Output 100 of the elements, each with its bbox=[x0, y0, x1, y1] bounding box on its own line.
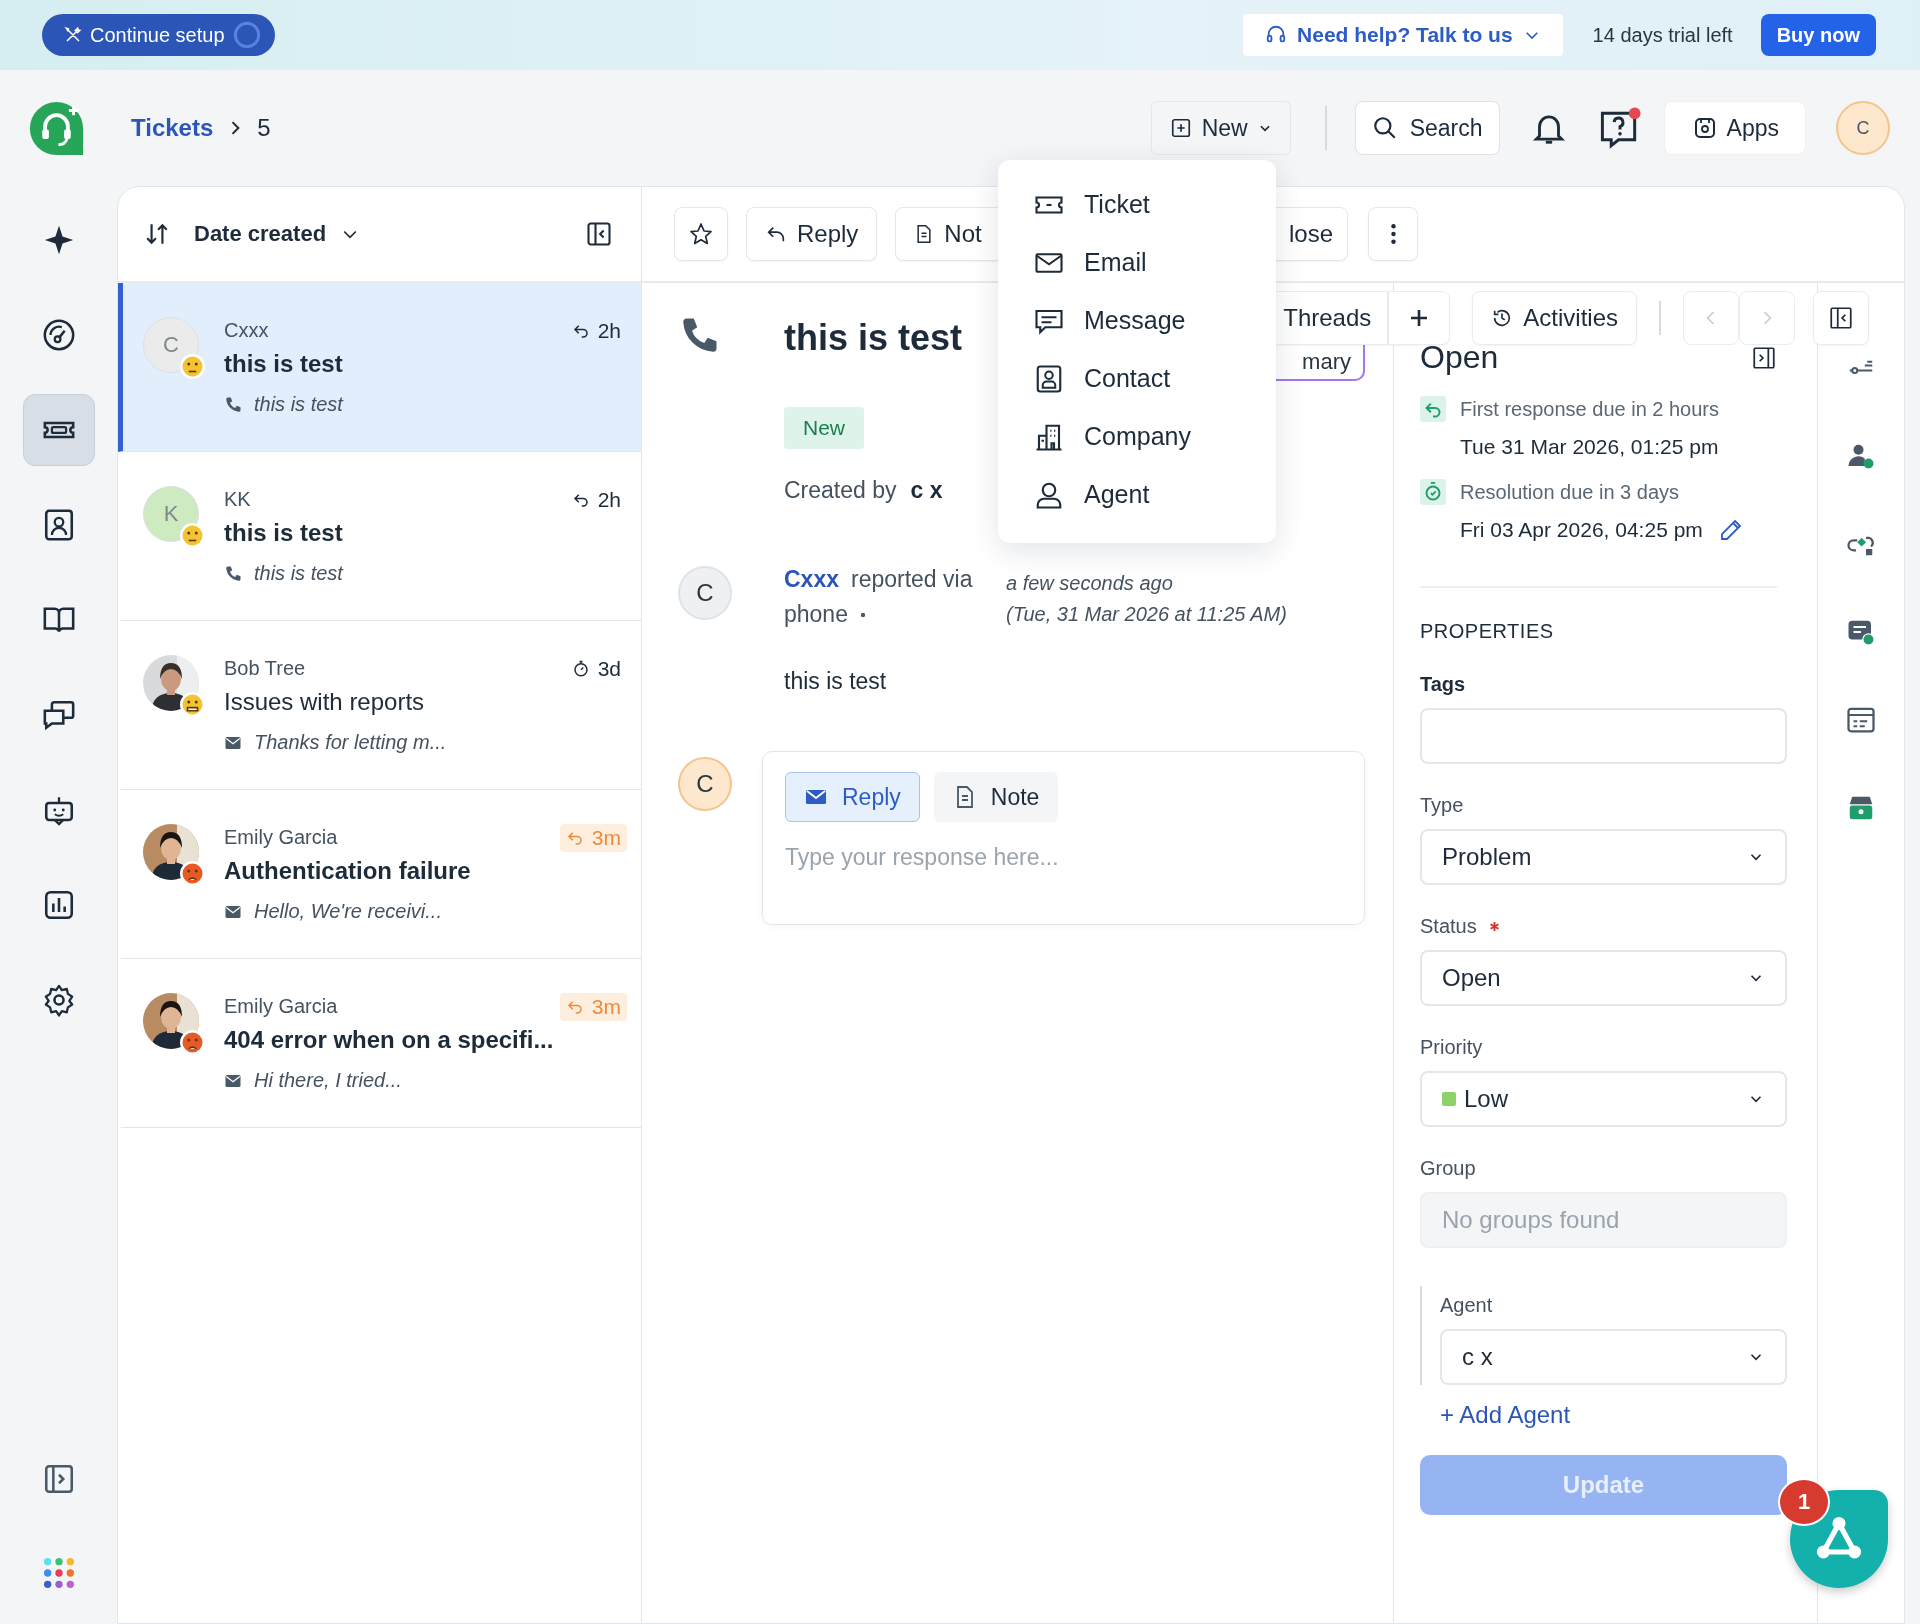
star-icon bbox=[689, 222, 713, 246]
customer-name: Cxxx bbox=[224, 318, 270, 343]
reply-arrow-icon bbox=[571, 491, 590, 509]
message-preview: this is test bbox=[254, 562, 343, 585]
activities-tab[interactable]: Activities bbox=[1472, 291, 1637, 345]
field-label: Agent bbox=[1440, 1294, 1493, 1317]
contact-card-icon bbox=[1034, 363, 1064, 394]
add-agent-link[interactable]: + Add Agent bbox=[1440, 1401, 1787, 1429]
mood-icon bbox=[180, 861, 205, 886]
author-link[interactable]: Cxxx bbox=[784, 566, 839, 593]
message-preview: Hi there, I tried... bbox=[254, 1069, 402, 1092]
customer-avatar: C bbox=[678, 566, 732, 620]
ticket-subject: this is test bbox=[224, 518, 344, 548]
progress-ring-icon bbox=[232, 21, 261, 49]
ticket-row[interactable]: Bob Tree Issues with reports Thanks for letting m... 3d bbox=[118, 621, 641, 790]
mood-icon bbox=[180, 1030, 205, 1055]
select-field[interactable]: Problem bbox=[1420, 829, 1787, 885]
ticket-row[interactable]: Emily Garcia 404 error when on a specifi... Hi there, I tried... 3m bbox=[118, 959, 641, 1128]
timestamp: (Tue, 31 Mar 2026 at 11:25 AM) bbox=[1006, 603, 1287, 626]
message-preview: Hello, We're receivi... bbox=[254, 900, 442, 923]
due-time: 3m bbox=[591, 826, 621, 850]
new-button[interactable]: New bbox=[1150, 101, 1291, 155]
ticket-subject: 404 error when on a specifi... bbox=[224, 1025, 555, 1055]
mood-icon bbox=[180, 354, 205, 379]
tags-field[interactable] bbox=[1420, 708, 1787, 764]
select-field[interactable]: c x bbox=[1440, 1329, 1787, 1385]
star-button[interactable] bbox=[674, 207, 728, 261]
mood-icon bbox=[180, 523, 205, 548]
search-icon bbox=[1371, 115, 1398, 141]
separator-dot-icon bbox=[859, 611, 866, 618]
due-time: 2h bbox=[597, 319, 621, 343]
reported-via-text: reported via bbox=[851, 566, 973, 593]
due-time: 2h bbox=[597, 488, 621, 512]
app-grid-icon[interactable] bbox=[41, 1556, 76, 1590]
sort-dropdown[interactable]: Date created bbox=[194, 221, 361, 247]
trial-text: 14 days trial left bbox=[1592, 23, 1733, 47]
select-field[interactable]: Low bbox=[1420, 1071, 1787, 1127]
sort-arrows-icon[interactable] bbox=[144, 221, 170, 247]
phone-icon bbox=[224, 395, 242, 414]
creator-name: c x bbox=[910, 477, 943, 504]
field-label: Tags bbox=[1420, 673, 1466, 696]
apps-button[interactable]: Apps bbox=[1663, 101, 1806, 155]
phone-icon bbox=[224, 564, 242, 583]
sla-label: Resolution due in 3 days bbox=[1460, 481, 1681, 504]
stopwatch-icon bbox=[571, 660, 590, 678]
status-tag: New bbox=[784, 407, 864, 449]
gauge-icon bbox=[41, 318, 76, 352]
customer-avatar: C bbox=[143, 317, 199, 373]
browser-window-icon[interactable] bbox=[1846, 705, 1876, 735]
ticket-subject: Authentication failure bbox=[224, 856, 472, 886]
sla-due-date: Fri 03 Apr 2026, 04:25 pm bbox=[1460, 518, 1703, 542]
mood-icon bbox=[180, 692, 205, 717]
plus-square-icon bbox=[1169, 117, 1192, 139]
headset-logo-icon bbox=[28, 99, 85, 157]
due-time: 3d bbox=[597, 657, 621, 681]
ticket-row[interactable]: Emily Garcia Authentication failure Hello, We're receivi... 3m bbox=[118, 790, 641, 959]
chat-icon bbox=[41, 698, 76, 732]
relative-time: a few seconds ago bbox=[1006, 572, 1174, 595]
composer-tab[interactable]: Reply bbox=[785, 772, 920, 822]
sla-label: First response due in 2 hours bbox=[1460, 398, 1720, 421]
reply-arrow-icon bbox=[565, 829, 584, 847]
ticket-subject: this is test bbox=[224, 349, 344, 379]
message-body: this is test bbox=[784, 668, 888, 695]
apps-icon bbox=[1692, 116, 1717, 140]
customer-avatar: K bbox=[143, 486, 199, 542]
tickets-link[interactable]: Tickets bbox=[131, 114, 214, 142]
customer-name: Bob Tree bbox=[224, 656, 307, 681]
stopwatch-icon bbox=[1420, 479, 1446, 505]
select-field[interactable]: Open bbox=[1420, 950, 1787, 1006]
collapse-panel-icon[interactable] bbox=[585, 220, 613, 248]
field-label: Type bbox=[1420, 794, 1464, 817]
sla-due-date: Tue 31 Mar 2026, 01:25 pm bbox=[1460, 435, 1719, 459]
field-label: Status bbox=[1420, 915, 1477, 938]
tools-icon bbox=[64, 26, 82, 44]
field-label: Priority bbox=[1420, 1036, 1483, 1059]
message-preview: this is test bbox=[254, 393, 343, 416]
buy-now-button[interactable]: Buy now bbox=[1760, 14, 1876, 56]
menu-item[interactable]: Company bbox=[1034, 420, 1276, 453]
created-by-label: Created by bbox=[784, 477, 897, 504]
nav-item[interactable] bbox=[22, 394, 95, 466]
composer-tab[interactable]: Note bbox=[933, 772, 1059, 822]
field-label: Group bbox=[1420, 1157, 1476, 1180]
menu-item[interactable]: Agent bbox=[1034, 478, 1276, 511]
ticket-subject: Issues with reports bbox=[224, 687, 426, 717]
search-button[interactable]: Search bbox=[1354, 101, 1500, 155]
ticket-row[interactable]: K KK this is test this is test 2h bbox=[118, 452, 641, 621]
ticket-number: 5 bbox=[257, 114, 271, 142]
collapse-panel-icon bbox=[1828, 305, 1854, 331]
pencil-icon[interactable] bbox=[1718, 518, 1743, 542]
customer-name: Emily Garcia bbox=[224, 994, 339, 1019]
section-heading: PROPERTIES bbox=[1420, 620, 1555, 643]
reply-arrow-icon bbox=[565, 998, 584, 1016]
reply-button[interactable]: Reply bbox=[746, 207, 878, 261]
continue-setup-button[interactable]: Continue setup bbox=[42, 14, 275, 56]
due-time: 3m bbox=[591, 995, 621, 1019]
ticket-row[interactable]: C Cxxx this is test this is test 2h bbox=[118, 283, 641, 452]
collapse-panel-icon[interactable] bbox=[1751, 344, 1777, 371]
help-button[interactable]: Need help? Talk to us bbox=[1243, 14, 1563, 56]
collapse-sidebar-button[interactable] bbox=[1813, 291, 1869, 345]
user-avatar[interactable]: C bbox=[1836, 101, 1890, 155]
